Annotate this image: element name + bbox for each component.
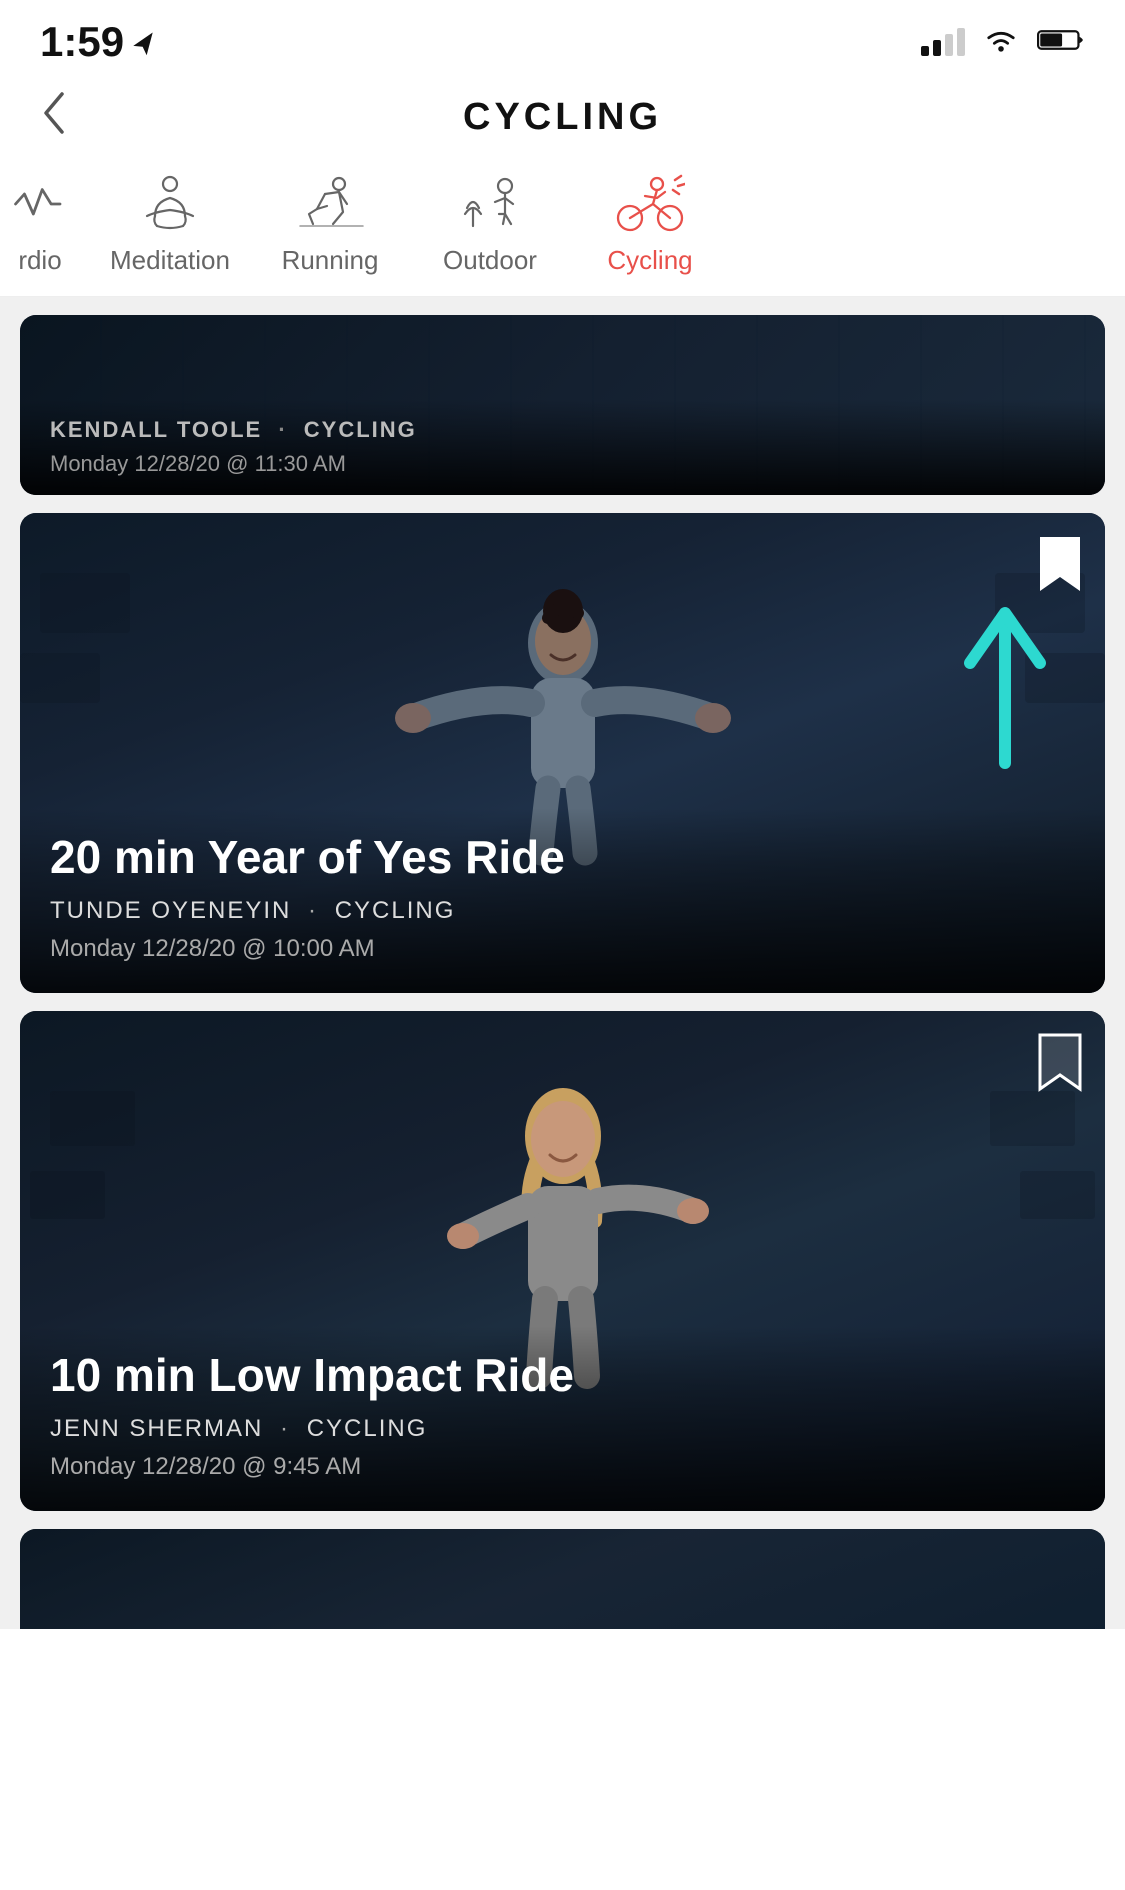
card2-datetime: Monday 12/28/20 @ 10:00 AM [50,935,1075,963]
card1-category: CYCLING [304,417,417,442]
outdoor-icon [450,169,530,239]
card1-datetime: Monday 12/28/20 @ 11:30 AM [50,451,1075,477]
tab-cardio[interactable]: rdio [0,169,90,276]
tab-meditation-label: Meditation [110,245,230,276]
bookmark-button-jenn[interactable] [1035,1031,1085,1091]
status-time: 1:59 [40,18,160,66]
card3-instructor: JENN SHERMAN · CYCLING [50,1415,1075,1443]
location-arrow-icon [132,28,160,56]
workout-card-jenn[interactable]: 10 min Low Impact Ride JENN SHERMAN · CY… [20,1011,1105,1511]
wifi-icon [981,24,1021,61]
page-header: CYCLING [0,76,1125,159]
card1-instructor: KENDALL TOOLE [50,417,262,442]
battery-icon [1037,27,1085,58]
workout-cards-container: KENDALL TOOLE · CYCLING Monday 12/28/20 … [0,297,1125,1629]
page-title: CYCLING [463,96,662,139]
cardio-icon [0,169,80,239]
category-tabs: rdio Meditation [0,159,1125,297]
tab-meditation[interactable]: Meditation [90,169,250,276]
time-display: 1:59 [40,18,124,66]
workout-card-bottom-partial[interactable] [20,1529,1105,1629]
meditation-icon [130,169,210,239]
signal-strength-icon [921,28,965,56]
card3-datetime: Monday 12/28/20 @ 9:45 AM [50,1453,1075,1481]
tab-outdoor[interactable]: Outdoor [410,169,570,276]
tab-cardio-label: rdio [18,245,61,276]
tab-outdoor-label: Outdoor [443,245,537,276]
tab-running-label: Running [282,245,379,276]
workout-card-kendall[interactable]: KENDALL TOOLE · CYCLING Monday 12/28/20 … [20,315,1105,495]
card2-title: 20 min Year of Yes Ride [50,832,1075,883]
card2-instructor: TUNDE OYENEYIN · CYCLING [50,897,1075,925]
card3-title: 10 min Low Impact Ride [50,1350,1075,1401]
back-button[interactable] [40,90,68,145]
tab-running[interactable]: Running [250,169,410,276]
tab-cycling-label: Cycling [607,245,692,276]
workout-card-tunde[interactable]: 20 min Year of Yes Ride TUNDE OYENEYIN ·… [20,513,1105,993]
status-bar: 1:59 [0,0,1125,76]
tab-cycling[interactable]: Cycling [570,169,730,276]
card2-overlay: 20 min Year of Yes Ride TUNDE OYENEYIN ·… [20,808,1105,993]
card3-overlay: 10 min Low Impact Ride JENN SHERMAN · CY… [20,1326,1105,1511]
cycling-icon [610,169,690,239]
arrow-annotation [960,593,1050,778]
running-icon [290,169,370,239]
bookmark-button-tunde[interactable] [1035,533,1085,593]
status-icons [921,24,1085,61]
